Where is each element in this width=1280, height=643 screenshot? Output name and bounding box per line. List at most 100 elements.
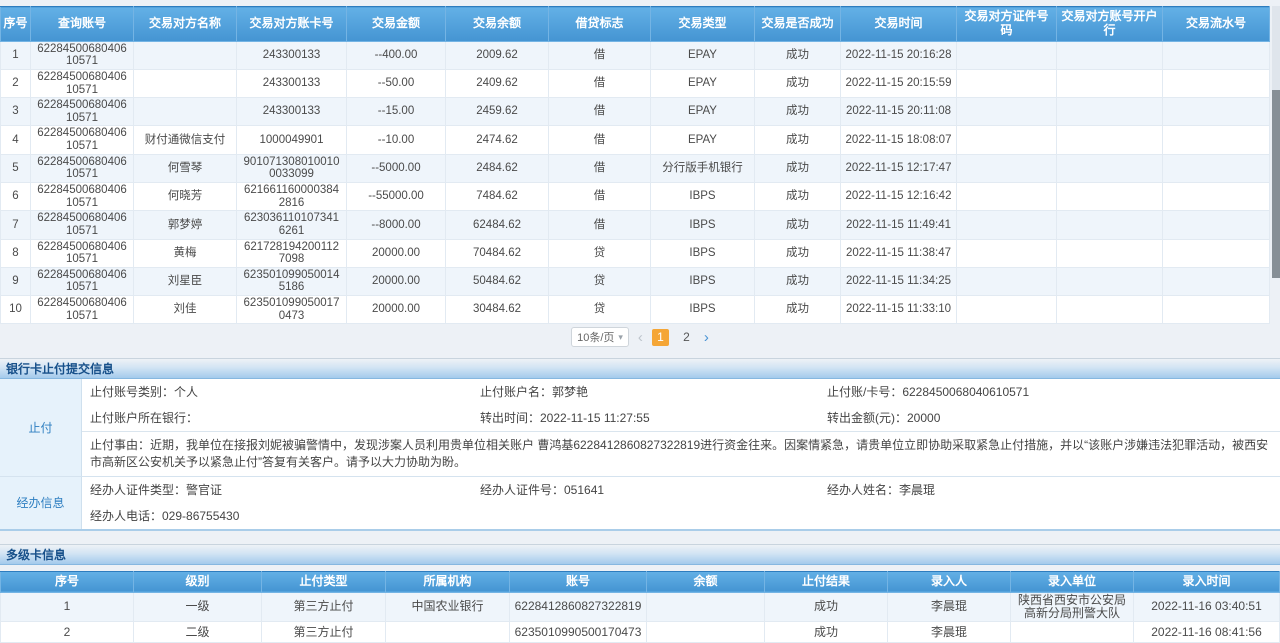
scrollbar-thumb[interactable] <box>1272 90 1280 278</box>
cell: 6228450068040610571 <box>31 41 134 69</box>
cell <box>647 592 765 621</box>
cell: 9 <box>1 267 31 295</box>
cell <box>1057 267 1163 295</box>
tx-column-header: 交易金额 <box>347 7 446 42</box>
cell <box>1163 98 1270 126</box>
cell: 刘佳 <box>134 296 237 324</box>
tx-column-header: 交易对方名称 <box>134 7 237 42</box>
cell: 2 <box>1 622 134 643</box>
cell <box>1057 211 1163 239</box>
cell: 6216611600003842816 <box>237 183 347 211</box>
cell: 6228450068040610571 <box>31 98 134 126</box>
field: 止付账户所在银行： <box>82 405 480 431</box>
cell <box>1057 154 1163 182</box>
cell: 成功 <box>755 154 841 182</box>
cell: 6228450068040610571 <box>31 154 134 182</box>
page-button-2[interactable]: 2 <box>678 329 695 346</box>
cell: 2474.62 <box>446 126 549 154</box>
cell: 2022-11-15 12:16:42 <box>841 183 957 211</box>
cell: 李晨琨 <box>888 592 1011 621</box>
cell: --10.00 <box>347 126 446 154</box>
section-title: 多级卡信息 <box>6 548 66 562</box>
vertical-scrollbar[interactable] <box>1272 6 1280 278</box>
field: 经办人姓名：李晨琨 <box>827 477 1280 503</box>
cell: IBPS <box>651 211 755 239</box>
cell: 借 <box>549 183 651 211</box>
cell: 2009.62 <box>446 41 549 69</box>
cell: 6228450068040610571 <box>31 211 134 239</box>
cell: 分行版手机银行 <box>651 154 755 182</box>
cell: IBPS <box>651 267 755 295</box>
cell: 6228450068040610571 <box>31 239 134 267</box>
cell: 1 <box>1 592 134 621</box>
cell <box>957 154 1057 182</box>
cell <box>1163 41 1270 69</box>
mc-column-header: 止付类型 <box>262 571 386 592</box>
cell: 62484.62 <box>446 211 549 239</box>
transaction-row: 86228450068040610571黄梅621728194200112709… <box>1 239 1270 267</box>
cell <box>957 211 1057 239</box>
prev-page-button[interactable]: ‹ <box>638 330 643 345</box>
mc-column-header: 止付结果 <box>765 571 888 592</box>
cell: 黄梅 <box>134 239 237 267</box>
cell: IBPS <box>651 239 755 267</box>
next-page-button[interactable]: › <box>704 330 709 345</box>
cell: 2022-11-15 11:49:41 <box>841 211 957 239</box>
page-button-1[interactable]: 1 <box>652 329 669 346</box>
field-row: 经办人证件类型：警官证经办人证件号：051641经办人姓名：李晨琨 <box>82 477 1280 503</box>
cell: EPAY <box>651 69 755 97</box>
cell <box>134 41 237 69</box>
stop-payment-section-header: 银行卡止付提交信息 <box>0 358 1280 379</box>
cell <box>957 126 1057 154</box>
cell: 财付通微信支付 <box>134 126 237 154</box>
handler-info-group: 经办信息 经办人证件类型：警官证经办人证件号：051641经办人姓名：李晨琨经办… <box>0 477 1280 529</box>
tx-column-header: 交易时间 <box>841 7 957 42</box>
cell: --55000.00 <box>347 183 446 211</box>
cell: --50.00 <box>347 69 446 97</box>
cell: 何雪琴 <box>134 154 237 182</box>
cell: 刘星臣 <box>134 267 237 295</box>
mc-column-header: 录入人 <box>888 571 1011 592</box>
cell: 贷 <box>549 296 651 324</box>
cell <box>134 69 237 97</box>
transaction-row: 46228450068040610571财付通微信支付1000049901--1… <box>1 126 1270 154</box>
field-row: 止付账户所在银行：转出时间：2022-11-15 11:27:55转出金额(元)… <box>82 405 1280 431</box>
transaction-row: 16228450068040610571243300133--400.00200… <box>1 41 1270 69</box>
multi-card-row: 1一级第三方止付中国农业银行6228412860827322819成功李晨琨陕西… <box>1 592 1280 621</box>
page-size-select[interactable]: 10条/页 ▾ <box>571 327 629 347</box>
field: 止付账/卡号：6228450068040610571 <box>827 379 1280 405</box>
cell: 2 <box>1 69 31 97</box>
cell: IBPS <box>651 183 755 211</box>
cell: 二级 <box>134 622 262 643</box>
cell: 2022-11-15 11:38:47 <box>841 239 957 267</box>
field: 经办人电话：029-86755430 <box>82 503 480 529</box>
cell: IBPS <box>651 296 755 324</box>
cell <box>1163 126 1270 154</box>
multi-card-row: 2二级第三方止付6235010990500170473成功李晨琨2022-11-… <box>1 622 1280 643</box>
chevron-down-icon: ▾ <box>618 332 623 343</box>
transaction-row: 96228450068040610571刘星臣62350109905001451… <box>1 267 1270 295</box>
cell: 6228450068040610571 <box>31 296 134 324</box>
cell: 20000.00 <box>347 267 446 295</box>
transaction-row: 76228450068040610571郭梦婷62303611010734162… <box>1 211 1270 239</box>
cell: 70484.62 <box>446 239 549 267</box>
page-numbers: 12 <box>652 329 695 346</box>
cell <box>957 267 1057 295</box>
field-row: 经办人电话：029-86755430 <box>82 503 1280 529</box>
cell: 5 <box>1 154 31 182</box>
cell: 借 <box>549 126 651 154</box>
handler-info-fields: 经办人证件类型：警官证经办人证件号：051641经办人姓名：李晨琨经办人电话：0… <box>82 477 1280 529</box>
cell <box>1057 69 1163 97</box>
group-label-jingban: 经办信息 <box>0 477 82 529</box>
cell <box>957 183 1057 211</box>
cell <box>957 41 1057 69</box>
cell: 2484.62 <box>446 154 549 182</box>
cell: 243300133 <box>237 69 347 97</box>
tx-column-header: 查询账号 <box>31 7 134 42</box>
field: 转出金额(元)：20000 <box>827 405 1280 431</box>
cell: 成功 <box>755 126 841 154</box>
cell: 何晓芳 <box>134 183 237 211</box>
field: 经办人证件类型：警官证 <box>82 477 480 503</box>
cell: 借 <box>549 98 651 126</box>
cell <box>134 98 237 126</box>
